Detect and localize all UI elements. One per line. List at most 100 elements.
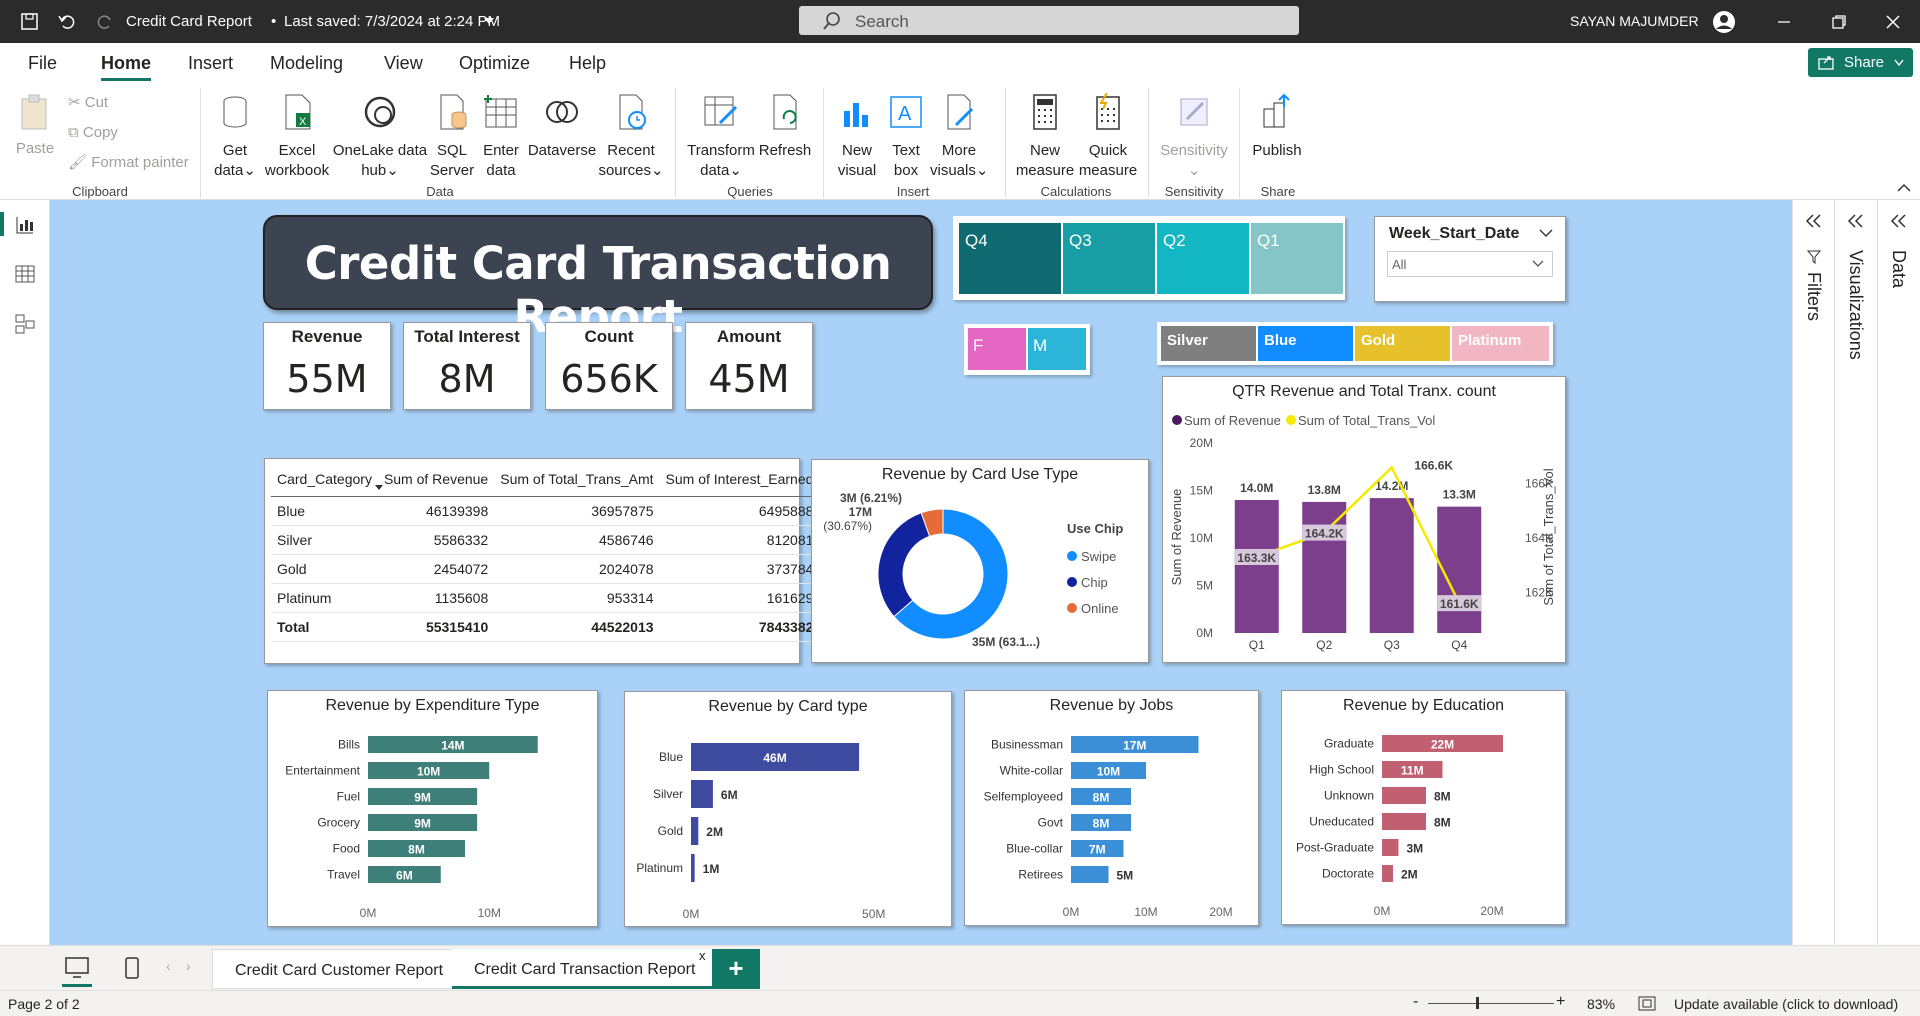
menu-insert[interactable]: Insert	[188, 53, 233, 74]
publish-icon	[1263, 93, 1290, 128]
share-button[interactable]: Share	[1808, 48, 1913, 77]
search-box[interactable]: Search	[799, 6, 1299, 35]
bar	[1302, 501, 1347, 633]
sort-desc-icon[interactable]	[375, 485, 383, 491]
label: measure	[1015, 162, 1075, 179]
label: Dataverse	[527, 142, 597, 159]
paste-button[interactable]: Paste	[14, 93, 56, 159]
zoom-out-button[interactable]: -	[1413, 993, 1418, 1011]
label: hub⌄	[361, 162, 399, 179]
column-header[interactable]: Sum of Interest_Earned	[659, 463, 820, 497]
transform-data-button[interactable]: Transform data⌄	[686, 93, 756, 181]
menu-file[interactable]: File	[28, 53, 57, 74]
format-painter-button[interactable]: 🖌 Format painter	[68, 153, 189, 173]
column-header[interactable]: Card_Category	[271, 463, 378, 497]
column-header[interactable]: Sum of Revenue	[377, 463, 495, 497]
quick-measure-button[interactable]: Quick measure	[1076, 92, 1140, 181]
zoom-slider[interactable]	[1428, 1003, 1554, 1004]
cell: Blue	[271, 496, 378, 526]
new-visual-button[interactable]: New visual	[832, 93, 882, 181]
visualizations-pane[interactable]: Visualizations	[1834, 200, 1877, 945]
data-pane[interactable]: Data	[1877, 200, 1920, 945]
menu-optimize[interactable]: Optimize	[459, 53, 530, 74]
expand-icon[interactable]	[1890, 214, 1908, 228]
copy-button[interactable]: ⧉ Copy	[68, 123, 118, 143]
refresh-button[interactable]: Refresh	[758, 93, 812, 161]
update-notice[interactable]: Update available (click to download)	[1674, 996, 1898, 1012]
cell: 6495888	[659, 496, 820, 526]
expand-icon[interactable]	[1847, 214, 1865, 228]
redo-icon[interactable]	[95, 12, 115, 32]
slicer-m[interactable]: M	[1028, 328, 1086, 370]
get-data-button[interactable]: Get data⌄	[210, 93, 260, 181]
undo-icon[interactable]	[57, 12, 77, 32]
text-box-button[interactable]: A Text box	[884, 93, 928, 181]
filters-pane[interactable]: Filters	[1792, 200, 1834, 945]
chevron-down-icon[interactable]	[483, 17, 495, 27]
expenditure-bar-chart: Bills 14M Entertainment 10M Fuel 9M Grocery 9M F…	[285, 736, 538, 920]
menu-modeling[interactable]: Modeling	[270, 53, 343, 74]
slicer-q3[interactable]: Q3	[1063, 223, 1155, 294]
desktop-view-icon[interactable]	[64, 956, 90, 980]
table-total-row: Total 55315410 44522013 7843382	[271, 612, 820, 642]
chevron-down-icon	[1894, 59, 1904, 67]
save-icon[interactable]	[20, 12, 40, 32]
dataverse-button[interactable]: Dataverse	[526, 93, 598, 161]
close-icon[interactable]	[1885, 14, 1901, 30]
minimize-icon[interactable]	[1776, 14, 1792, 30]
title-bar: Credit Card Report • Last saved: 7/3/202…	[0, 0, 1920, 43]
label: Text	[892, 142, 920, 159]
publish-button[interactable]: Publish	[1248, 93, 1306, 161]
slicer-platinum[interactable]: Platinum	[1452, 326, 1549, 361]
cut-button[interactable]: ✂ Cut	[68, 93, 108, 113]
chevron-down-icon[interactable]	[1539, 229, 1553, 239]
mobile-view-icon[interactable]	[124, 956, 140, 980]
close-tab-icon[interactable]: x	[699, 948, 706, 963]
menu-help[interactable]: Help	[569, 53, 606, 74]
column-header[interactable]: Sum of Total_Trans_Amt	[494, 463, 660, 497]
sql-server-button[interactable]: SQL Server	[428, 93, 476, 181]
excel-workbook-button[interactable]: X Excel workbook	[262, 93, 332, 181]
onelake-button[interactable]: OneLake data hub⌄	[332, 93, 428, 181]
week-slicer-title: Week_Start_Date	[1389, 225, 1520, 242]
zoom-in-button[interactable]: +	[1556, 993, 1565, 1011]
tab-customer-report[interactable]: Credit Card Customer Report	[212, 949, 467, 989]
tab-transaction-report[interactable]: Credit Card Transaction Report	[452, 949, 718, 989]
slicer-q4[interactable]: Q4	[959, 223, 1061, 294]
cell: 46139398	[377, 496, 495, 526]
slicer-f[interactable]: F	[968, 328, 1026, 370]
next-page-icon[interactable]: ›	[186, 958, 191, 974]
slicer-blue[interactable]: Blue	[1258, 326, 1353, 361]
expand-icon[interactable]	[1805, 214, 1823, 228]
avatar[interactable]	[1712, 10, 1736, 34]
menu-home[interactable]: Home	[101, 53, 152, 81]
fit-page-icon[interactable]	[1638, 996, 1656, 1011]
week-dropdown[interactable]: All	[1387, 251, 1553, 277]
more-visuals-button[interactable]: More visuals⌄	[930, 93, 988, 181]
add-page-button[interactable]: +	[712, 949, 760, 989]
slicer-gold[interactable]: Gold	[1355, 326, 1450, 361]
x-tick-label: Q2	[1316, 638, 1332, 652]
prev-page-icon[interactable]: ‹	[166, 958, 171, 974]
enter-data-button[interactable]: Enter data	[478, 93, 524, 181]
table-view-icon[interactable]	[14, 263, 36, 285]
model-view-icon[interactable]	[14, 313, 36, 335]
label: data⌄	[214, 162, 256, 179]
menu-view[interactable]: View	[384, 53, 423, 74]
title-sep: •	[271, 13, 277, 30]
brush-icon: 🖌	[68, 154, 92, 171]
recent-sources-button[interactable]: Recent sources⌄	[598, 93, 664, 181]
report-view-icon[interactable]	[14, 214, 36, 236]
slicer-silver[interactable]: Silver	[1161, 326, 1256, 361]
new-measure-button[interactable]: New measure	[1014, 93, 1076, 181]
sensitivity-button[interactable]: Sensitivity ⌄	[1156, 93, 1232, 181]
zoom-thumb[interactable]	[1476, 997, 1479, 1009]
search-icon	[823, 12, 840, 30]
cell: 55315410	[377, 612, 495, 642]
category-label: White-collar	[1000, 764, 1063, 778]
label: measure	[1078, 162, 1138, 179]
restore-icon[interactable]	[1831, 14, 1847, 30]
collapse-ribbon-icon[interactable]	[1897, 183, 1911, 193]
slicer-q1[interactable]: Q1	[1251, 223, 1343, 294]
slicer-q2[interactable]: Q2	[1157, 223, 1249, 294]
